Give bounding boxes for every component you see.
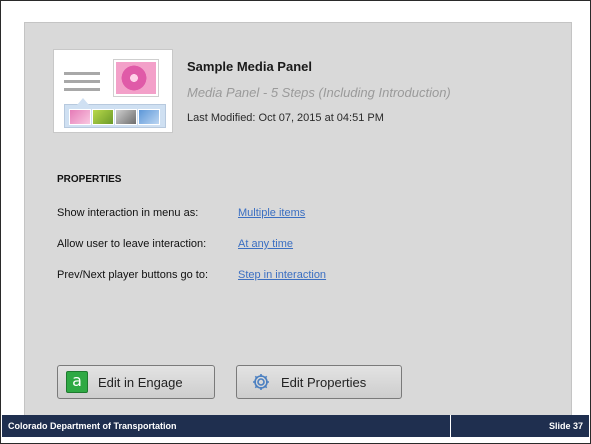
slide-footer: Colorado Department of Transportation Sl… <box>2 415 589 437</box>
last-modified: Last Modified: Oct 07, 2015 at 04:51 PM <box>187 112 384 124</box>
property-label-nav: Prev/Next player buttons go to: <box>57 269 209 281</box>
thumbnail-image <box>92 109 114 125</box>
thumbnail-image <box>69 109 91 125</box>
property-link-menu[interactable]: Multiple items <box>238 207 305 219</box>
gear-icon <box>253 374 269 390</box>
text-line-icon <box>64 80 100 83</box>
text-line-icon <box>64 88 100 91</box>
property-label-leave: Allow user to leave interaction: <box>57 238 207 250</box>
thumbnail-image <box>138 109 160 125</box>
panel-title: Sample Media Panel <box>187 59 312 74</box>
edit-in-engage-button[interactable]: a Edit in Engage <box>57 365 215 399</box>
slide-number: Slide 37 <box>548 421 583 431</box>
footer-organization: Colorado Department of Transportation <box>8 421 177 431</box>
property-label-menu: Show interaction in menu as: <box>57 207 199 219</box>
edit-properties-button[interactable]: Edit Properties <box>236 365 402 399</box>
edit-properties-label: Edit Properties <box>281 374 367 390</box>
edit-in-engage-label: Edit in Engage <box>98 374 183 390</box>
panel-subtitle: Media Panel - 5 Steps (Including Introdu… <box>187 85 451 100</box>
property-link-leave[interactable]: At any time <box>238 238 293 250</box>
text-line-icon <box>64 72 100 75</box>
engage-app-icon: a <box>66 371 88 393</box>
thumbnail-image <box>115 109 137 125</box>
properties-heading: PROPERTIES <box>57 174 122 185</box>
media-panel-thumbnail-icon <box>53 49 173 133</box>
property-link-nav[interactable]: Step in interaction <box>238 269 326 281</box>
media-panel-card: Sample Media Panel Media Panel - 5 Steps… <box>24 22 572 418</box>
flower-image-icon <box>114 60 158 96</box>
footer-divider <box>450 415 451 437</box>
thumbnail-strip <box>64 98 166 128</box>
